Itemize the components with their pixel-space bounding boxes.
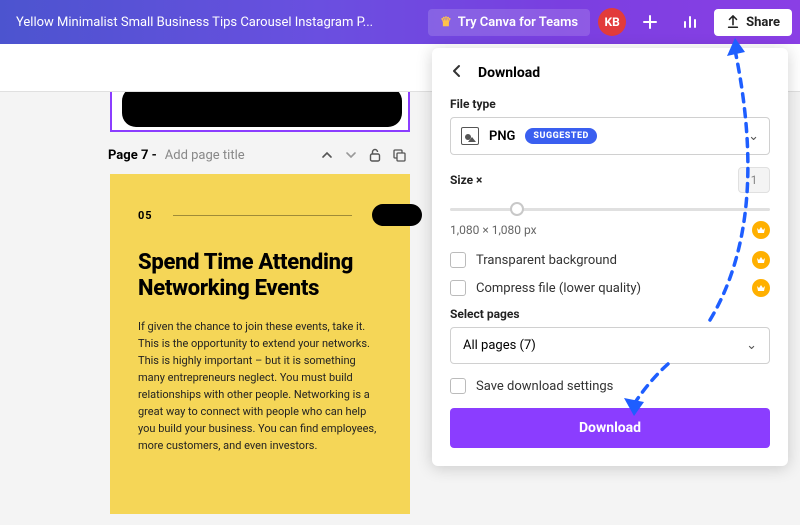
previous-page-content <box>122 92 402 127</box>
size-label: Size × <box>450 173 482 187</box>
slider-thumb[interactable] <box>510 202 524 216</box>
panel-title: Download <box>478 65 540 81</box>
chevron-down-icon <box>345 149 357 161</box>
page-canvas[interactable]: 05 Spend Time Attending Networking Event… <box>110 174 410 514</box>
select-pages-value: All pages (7) <box>463 338 536 353</box>
download-button[interactable]: Download <box>450 408 770 448</box>
save-settings-label: Save download settings <box>476 379 613 394</box>
slider-track <box>450 208 770 211</box>
analytics-button[interactable] <box>674 6 706 38</box>
select-pages-dropdown[interactable]: All pages (7) ⌄ <box>450 327 770 364</box>
crown-icon <box>756 225 766 235</box>
premium-badge <box>752 251 770 269</box>
image-icon <box>461 127 479 145</box>
file-type-label: File type <box>450 97 770 111</box>
save-settings-checkbox[interactable] <box>450 378 466 394</box>
file-type-value: PNG <box>489 129 515 144</box>
size-input[interactable] <box>738 167 770 193</box>
divider-line <box>173 215 352 216</box>
move-up-button[interactable] <box>318 146 336 164</box>
size-slider[interactable] <box>450 199 770 219</box>
chevron-up-icon <box>321 149 333 161</box>
lock-icon <box>369 148 381 162</box>
add-button[interactable] <box>634 6 666 38</box>
document-title[interactable]: Yellow Minimalist Small Business Tips Ca… <box>8 15 420 30</box>
dimensions-text: 1,080 × 1,080 px <box>450 223 537 237</box>
transparent-bg-row: Transparent background <box>450 251 770 269</box>
upload-icon <box>726 15 740 29</box>
plus-icon <box>642 14 658 30</box>
chevron-down-icon: ⌄ <box>746 338 757 353</box>
move-down-button[interactable] <box>342 146 360 164</box>
crown-icon <box>756 255 766 265</box>
try-teams-button[interactable]: ♛ Try Canva for Teams <box>428 9 590 36</box>
share-label: Share <box>746 15 780 30</box>
previous-page-preview[interactable] <box>110 92 410 132</box>
back-button[interactable] <box>450 62 464 83</box>
decorative-pill <box>372 204 422 226</box>
top-bar: Yellow Minimalist Small Business Tips Ca… <box>0 0 800 44</box>
size-row: Size × <box>450 167 770 193</box>
select-pages-label: Select pages <box>450 307 770 321</box>
premium-badge <box>752 221 770 239</box>
compress-checkbox[interactable] <box>450 280 466 296</box>
dimensions-row: 1,080 × 1,080 px <box>450 221 770 239</box>
page-number-label: Page 7 - <box>108 148 157 163</box>
chevron-down-icon: ⌄ <box>748 129 759 144</box>
page-header-row: Page 7 - Add page title <box>108 146 408 164</box>
transparent-bg-label: Transparent background <box>476 253 617 268</box>
crown-icon <box>756 283 766 293</box>
lock-button[interactable] <box>366 146 384 164</box>
slide-number: 05 <box>138 209 153 222</box>
page-title-input[interactable]: Add page title <box>165 148 245 163</box>
crown-icon: ♛ <box>440 15 452 30</box>
avatar[interactable]: KB <box>598 8 626 36</box>
file-type-select[interactable]: PNG SUGGESTED ⌄ <box>450 117 770 155</box>
compress-row: Compress file (lower quality) <box>450 279 770 297</box>
save-settings-row: Save download settings <box>450 378 770 394</box>
compress-label: Compress file (lower quality) <box>476 281 641 296</box>
premium-badge <box>752 279 770 297</box>
download-panel: Download File type PNG SUGGESTED ⌄ Size … <box>432 48 788 466</box>
suggested-badge: SUGGESTED <box>525 128 596 144</box>
page-controls <box>318 146 408 164</box>
try-teams-label: Try Canva for Teams <box>458 15 578 30</box>
panel-header: Download <box>450 62 770 83</box>
chevron-left-icon <box>450 64 464 78</box>
duplicate-icon <box>393 149 406 162</box>
slide-body-text: If given the chance to join these events… <box>138 318 382 454</box>
transparent-bg-checkbox[interactable] <box>450 252 466 268</box>
slide-heading: Spend Time Attending Networking Events <box>138 250 382 302</box>
page-number-row: 05 <box>138 204 382 226</box>
share-button[interactable]: Share <box>714 9 792 36</box>
bar-chart-icon <box>682 14 698 30</box>
duplicate-button[interactable] <box>390 146 408 164</box>
